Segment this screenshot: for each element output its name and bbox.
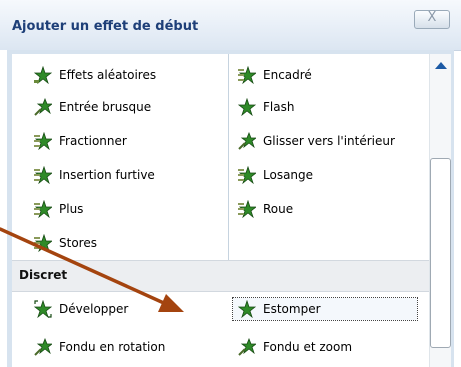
effect-label: Flash xyxy=(263,100,295,114)
effect-label: Estomper xyxy=(263,302,321,316)
effect-label: Entrée brusque xyxy=(59,100,152,114)
dialog-title: Ajouter un effet de début xyxy=(12,19,199,34)
title-bar: Ajouter un effet de début X xyxy=(0,0,461,51)
effect-item-losange[interactable]: Losange xyxy=(238,164,418,186)
flash-star-icon xyxy=(238,98,256,116)
effect-label: Développer xyxy=(59,302,129,316)
effect-label: Roue xyxy=(263,202,294,216)
effect-item-developper[interactable]: Développer xyxy=(34,298,214,320)
effect-label: Fractionner xyxy=(59,134,127,148)
effect-item-glisser-vers-interieur[interactable]: Glisser vers l'intérieur xyxy=(238,130,423,152)
split-star-icon xyxy=(34,132,52,150)
effect-item-stores[interactable]: Stores xyxy=(34,232,214,254)
effect-label: Stores xyxy=(59,236,97,250)
plus-star-icon xyxy=(34,200,52,218)
fade-star-icon xyxy=(238,300,256,318)
effect-label: Fondu en rotation xyxy=(59,340,166,354)
effect-item-encadre[interactable]: Encadré xyxy=(238,64,418,86)
effect-item-fondu-en-rotation[interactable]: Fondu en rotation xyxy=(34,336,214,358)
vertical-scrollbar[interactable] xyxy=(429,54,451,367)
crawl-star-icon xyxy=(34,166,52,184)
peek-star-icon xyxy=(238,132,256,150)
scrollbar-thumb[interactable] xyxy=(430,158,451,348)
effect-item-roue[interactable]: Roue xyxy=(238,198,418,220)
random-star-icon xyxy=(34,66,52,84)
expand-star-icon xyxy=(34,300,52,318)
effect-item-fondu-et-zoom[interactable]: Fondu et zoom xyxy=(238,336,418,358)
wheel-star-icon xyxy=(238,200,256,218)
effect-item-flash[interactable]: Flash xyxy=(238,96,418,118)
close-button[interactable]: X xyxy=(414,10,450,29)
effect-label: Effets aléatoires xyxy=(59,68,157,82)
add-entrance-effect-dialog: Ajouter un effet de début X Effets aléat… xyxy=(0,0,461,367)
column-divider xyxy=(228,54,229,260)
effect-item-estomper[interactable]: Estomper xyxy=(232,297,418,321)
effect-label: Fondu et zoom xyxy=(263,340,353,354)
fade-zoom-star-icon xyxy=(238,338,256,356)
blinds-star-icon xyxy=(34,234,52,252)
diamond-star-icon xyxy=(238,166,256,184)
close-icon: X xyxy=(427,10,437,25)
effect-label: Plus xyxy=(59,202,84,216)
effect-item-plus[interactable]: Plus xyxy=(34,198,214,220)
effect-item-entree-brusque[interactable]: Entrée brusque xyxy=(34,96,214,118)
box-star-icon xyxy=(238,66,256,84)
effect-item-insertion-furtive[interactable]: Insertion furtive xyxy=(34,164,214,186)
effect-label: Glisser vers l'intérieur xyxy=(263,134,395,148)
effect-label: Encadré xyxy=(263,68,312,82)
scroll-up-arrow-icon[interactable] xyxy=(435,62,447,69)
fade-swivel-star-icon xyxy=(34,338,52,356)
left-edge xyxy=(0,50,7,367)
effect-label: Insertion furtive xyxy=(59,168,155,182)
effect-item-effets-aleatoires[interactable]: Effets aléatoires xyxy=(34,64,214,86)
effect-label: Losange xyxy=(263,168,314,182)
fly-in-star-icon xyxy=(34,98,52,116)
category-label: Discret xyxy=(19,268,68,282)
category-header-discret: Discret xyxy=(12,260,429,292)
effect-item-fractionner[interactable]: Fractionner xyxy=(34,130,214,152)
